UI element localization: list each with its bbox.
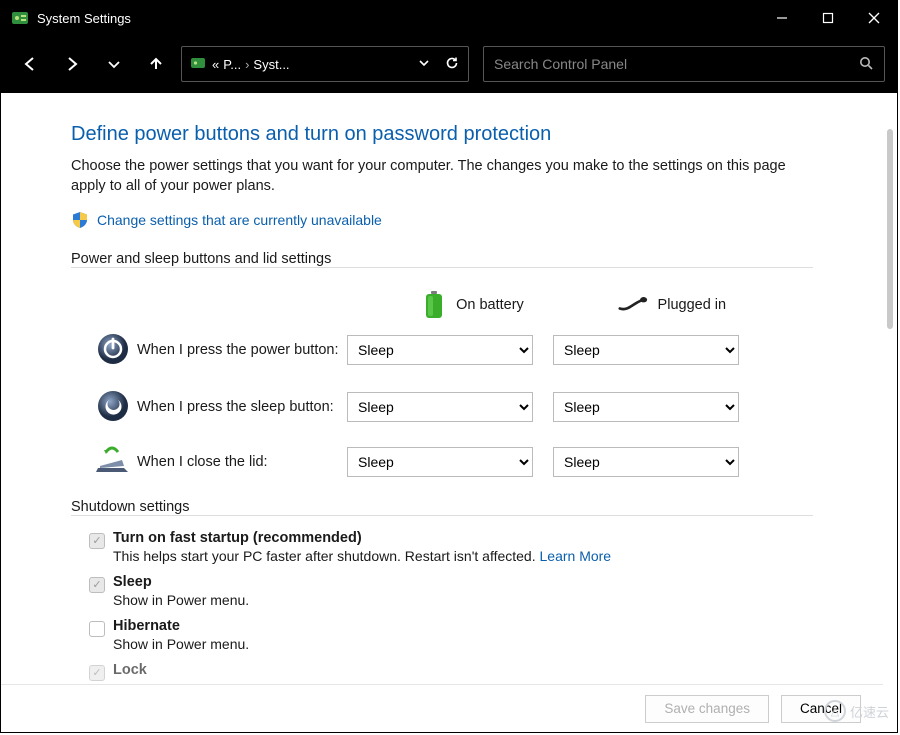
section-shutdown-label: Shutdown settings [71,499,813,516]
search-box[interactable]: Search Control Panel [483,46,885,82]
checkbox-sleep[interactable]: ✓ [89,577,105,593]
close-lid-plugged-select[interactable]: Sleep [553,447,739,477]
power-button-icon [96,332,130,369]
path-context-icon [190,55,206,74]
chevron-right-icon: › [245,57,249,72]
nav-forward-button[interactable] [55,47,89,81]
fast-startup-label: Turn on fast startup (recommended) [113,530,611,546]
nav-up-button[interactable] [139,47,173,81]
scrollbar-thumb[interactable] [887,129,893,329]
nav-recent-button[interactable] [97,47,131,81]
row-label-power-button: When I press the power button: [137,342,347,358]
search-icon [858,55,874,74]
fast-startup-desc: This helps start your PC faster after sh… [113,548,611,564]
sleep-button-plugged-select[interactable]: Sleep [553,392,739,422]
lock-label: Lock [113,662,147,678]
hibernate-label: Hibernate [113,618,249,634]
page-title: Define power buttons and turn on passwor… [71,123,813,146]
minimize-button[interactable] [759,1,805,35]
footer: Save changes Cancel [1,684,883,732]
checkbox-hibernate[interactable] [89,621,105,637]
sleep-label: Sleep [113,574,249,590]
search-placeholder: Search Control Panel [494,56,627,72]
nav-back-button[interactable] [13,47,47,81]
address-bar[interactable]: « P... › Syst... [181,46,469,82]
app-icon [11,9,29,27]
plug-icon [618,294,648,316]
maximize-button[interactable] [805,1,851,35]
sleep-desc: Show in Power menu. [113,592,249,608]
navbar: « P... › Syst... Search Control Panel [1,35,897,93]
titlebar: System Settings [1,1,897,35]
learn-more-link[interactable]: Learn More [540,548,612,564]
section-power-label: Power and sleep buttons and lid settings [71,251,813,268]
breadcrumb-prefix: « [212,57,219,72]
battery-icon [422,289,446,321]
close-lid-battery-select[interactable]: Sleep [347,447,533,477]
shield-icon [71,211,89,229]
column-plugged-label: Plugged in [658,297,727,313]
close-lid-icon [94,446,132,479]
save-changes-button[interactable]: Save changes [645,695,769,723]
checkbox-lock[interactable]: ✓ [89,665,105,681]
close-button[interactable] [851,1,897,35]
checkbox-fast-startup[interactable]: ✓ [89,533,105,549]
row-label-close-lid: When I close the lid: [137,454,347,470]
window-title: System Settings [37,11,131,26]
power-button-plugged-select[interactable]: Sleep [553,335,739,365]
page-description: Choose the power settings that you want … [71,156,813,197]
power-button-battery-select[interactable]: Sleep [347,335,533,365]
hibernate-desc: Show in Power menu. [113,636,249,652]
sleep-button-battery-select[interactable]: Sleep [347,392,533,422]
change-settings-link[interactable]: Change settings that are currently unava… [97,212,382,228]
address-dropdown-icon[interactable] [418,56,430,72]
refresh-button[interactable] [444,55,460,74]
watermark: △ 亿速云 [824,700,889,722]
sleep-button-icon [96,389,130,426]
breadcrumb-item[interactable]: P... [223,57,241,72]
row-label-sleep-button: When I press the sleep button: [137,399,347,415]
column-battery-label: On battery [456,297,524,313]
breadcrumb-item[interactable]: Syst... [253,57,289,72]
